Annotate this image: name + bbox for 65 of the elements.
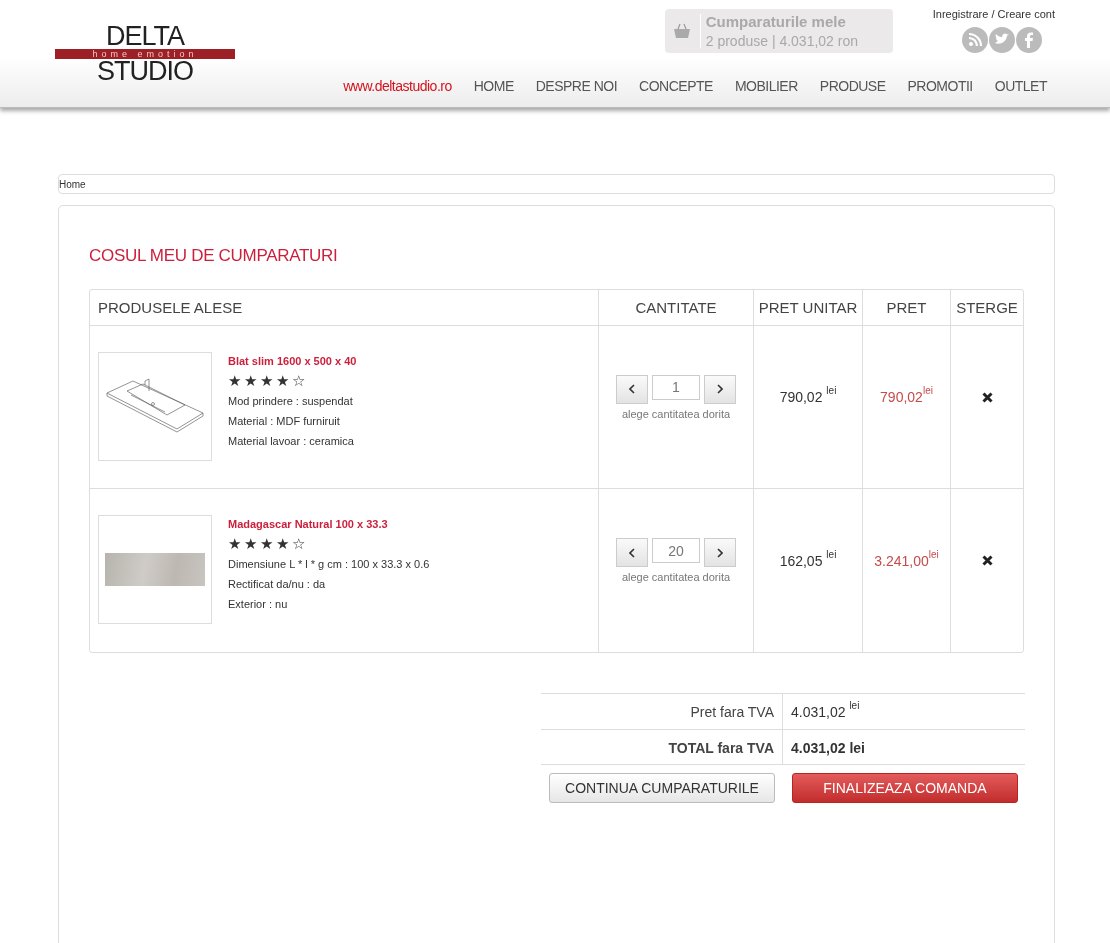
quantity-field[interactable]: 1: [652, 374, 700, 400]
unit-price: 162,05 $^{lei}$: [779, 552, 837, 569]
product-spec: Rectificat da/nu : da: [228, 577, 327, 592]
product-spec: Mod prindere : suspendat: [228, 394, 354, 409]
basket-icon: [673, 23, 692, 39]
total-value: 4.031,02 lei: [790, 739, 866, 758]
decrease-button[interactable]: [616, 538, 648, 567]
breadcrumb-link[interactable]: Home: [59, 178, 86, 190]
total-label: TOTAL fara TVA: [541, 730, 783, 764]
page-title: COSUL MEU DE CUMPARATURI: [89, 246, 339, 266]
increase-button[interactable]: [704, 374, 736, 404]
continue-button[interactable]: CONTINUA CUMPARATURILE: [549, 773, 775, 803]
product-spec: Material lavoar : ceramica: [228, 434, 355, 449]
quantity-hint: alege cantitatea dorita: [621, 407, 731, 420]
star-icon: ★: [260, 373, 273, 389]
star-icon: ★: [228, 373, 241, 389]
chevron-right-icon: [717, 547, 723, 558]
chevron-left-icon: [629, 384, 635, 394]
star-icon: ★: [244, 536, 257, 552]
chevron-left-icon: [629, 547, 635, 558]
star-icon: ★: [276, 536, 289, 552]
cart-details: 2 produse | 4.031,02 ron: [705, 33, 859, 49]
decrease-button[interactable]: [616, 374, 648, 404]
bird-icon[interactable]: [989, 27, 1015, 53]
site-link[interactable]: www.deltastudio.ro: [343, 77, 452, 94]
nav-link[interactable]: HOME: [473, 77, 514, 94]
nav-link[interactable]: DESPRE NOI: [535, 77, 618, 94]
cart-title: Cumparaturile mele: [705, 13, 847, 30]
star-icon: ★: [228, 536, 241, 552]
nav-link[interactable]: PRODUSE: [819, 77, 886, 94]
column-header: STERGE: [950, 290, 1023, 326]
quantity-hint: alege cantitatea dorita: [621, 571, 731, 583]
chevron-right-icon: [717, 384, 723, 394]
star-icon: ☆: [292, 373, 305, 389]
account-link[interactable]: Inregistrare / Creare cont: [932, 8, 1055, 20]
logo[interactable]: DELTA home emotion STUDIO: [55, 24, 235, 84]
product-spec: Exterior : nu: [228, 597, 289, 612]
checkout-button[interactable]: FINALIZEAZA COMANDA: [792, 773, 1018, 803]
product-thumbnail[interactable]: [98, 515, 212, 624]
facebook-icon[interactable]: [1016, 27, 1042, 53]
product-spec: Dimensiune L * l * g cm : 100 x 33.3 x 0.6: [228, 557, 430, 572]
product-name[interactable]: Blat slim 1600 x 500 x 40: [228, 355, 357, 367]
nav-link[interactable]: OUTLET: [994, 77, 1047, 94]
star-icon: ☆: [292, 536, 305, 552]
quantity-field[interactable]: 20: [652, 538, 700, 563]
nav-link[interactable]: CONCEPTE: [639, 77, 713, 94]
product-name[interactable]: Madagascar Natural 100 x 33.3: [228, 518, 430, 530]
total-label: Pret fara TVA: [541, 694, 783, 729]
star-icon: ★: [244, 373, 257, 389]
delete-icon[interactable]: [981, 555, 993, 566]
increase-button[interactable]: [704, 538, 736, 567]
line-price: 3.241,00$^{lei}$: [874, 552, 939, 569]
delete-icon[interactable]: [981, 391, 993, 403]
star-icon: ★: [260, 536, 273, 552]
product-thumbnail[interactable]: [98, 352, 212, 461]
nav-link[interactable]: PROMOTII: [907, 77, 973, 94]
star-icon: ★: [276, 373, 289, 389]
column-header: PRODUSELE ALESE: [90, 290, 598, 326]
nav-link[interactable]: MOBILIER: [734, 77, 798, 94]
product-spec: Material : MDF furniruit: [228, 414, 341, 429]
column-header: PRET UNITAR: [753, 290, 862, 326]
rss-icon[interactable]: [962, 27, 988, 53]
total-value: 4.031,02 $^{lei}$: [790, 699, 861, 722]
column-header: PRET: [862, 290, 950, 326]
column-header: CANTITATE: [598, 290, 753, 326]
